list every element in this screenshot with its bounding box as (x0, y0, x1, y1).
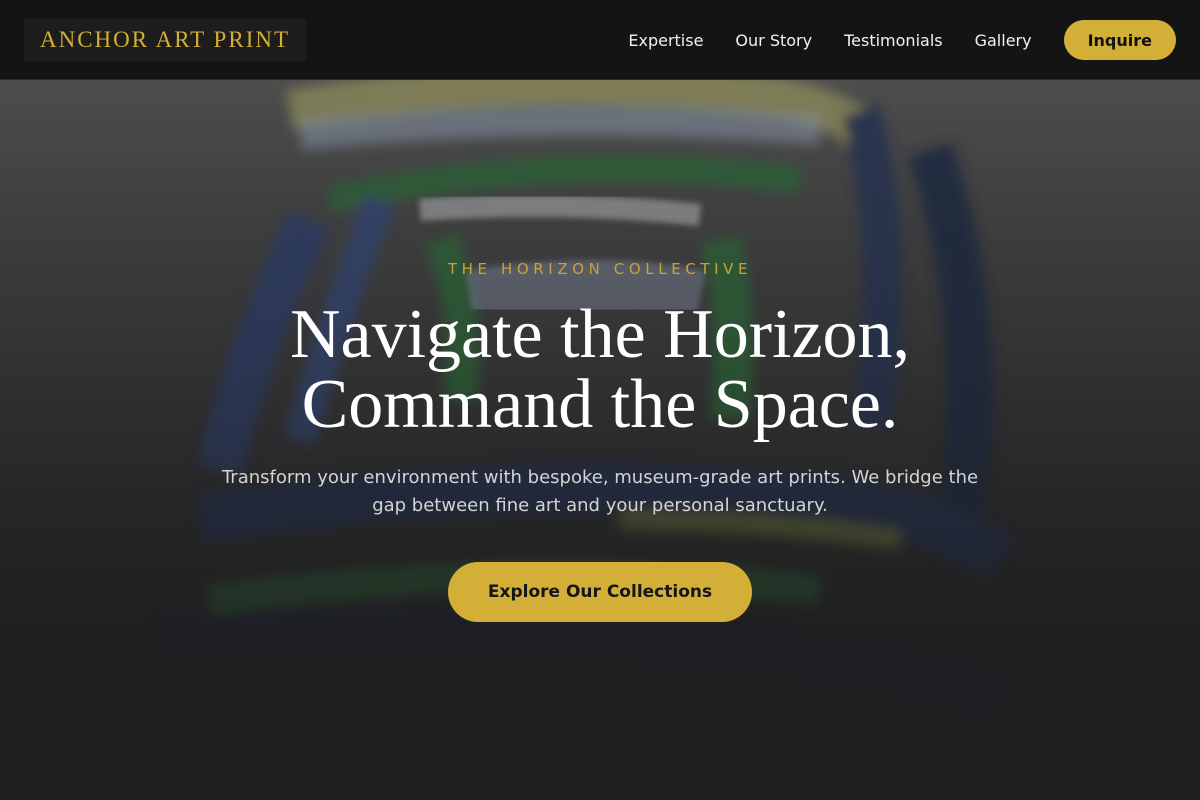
hero-eyebrow: THE HORIZON COLLECTIVE (447, 260, 753, 278)
brand-logo[interactable]: ANCHOR ART PRINT (24, 19, 307, 61)
nav-link-our-story[interactable]: Our Story (735, 31, 812, 50)
hero-headline-line-1: Navigate the Horizon, (289, 296, 911, 373)
hero-subtext: Transform your environment with bespoke,… (170, 464, 1030, 520)
hero-cta-wrap: Explore Our Collections (0, 562, 1200, 622)
nav-link-testimonials[interactable]: Testimonials (844, 31, 943, 50)
hero-subtext-line-1: Transform your environment with bespoke,… (221, 467, 979, 488)
nav-links: Expertise Our Story Testimonials Gallery… (628, 20, 1176, 60)
hero-headline-line-2: Command the Space. (301, 366, 899, 443)
inquire-button[interactable]: Inquire (1063, 20, 1176, 60)
hero-headline: Navigate the Horizon, Command the Space. (0, 300, 1200, 440)
hero-content: THE HORIZON COLLECTIVE Navigate the Hori… (0, 250, 1200, 622)
hero-subtext-line-2: gap between fine art and your personal s… (372, 495, 828, 516)
explore-collections-button[interactable]: Explore Our Collections (447, 562, 753, 622)
nav-link-gallery[interactable]: Gallery (975, 31, 1032, 50)
nav-link-expertise[interactable]: Expertise (628, 31, 703, 50)
top-navigation-bar: ANCHOR ART PRINT Expertise Our Story Tes… (0, 0, 1200, 80)
